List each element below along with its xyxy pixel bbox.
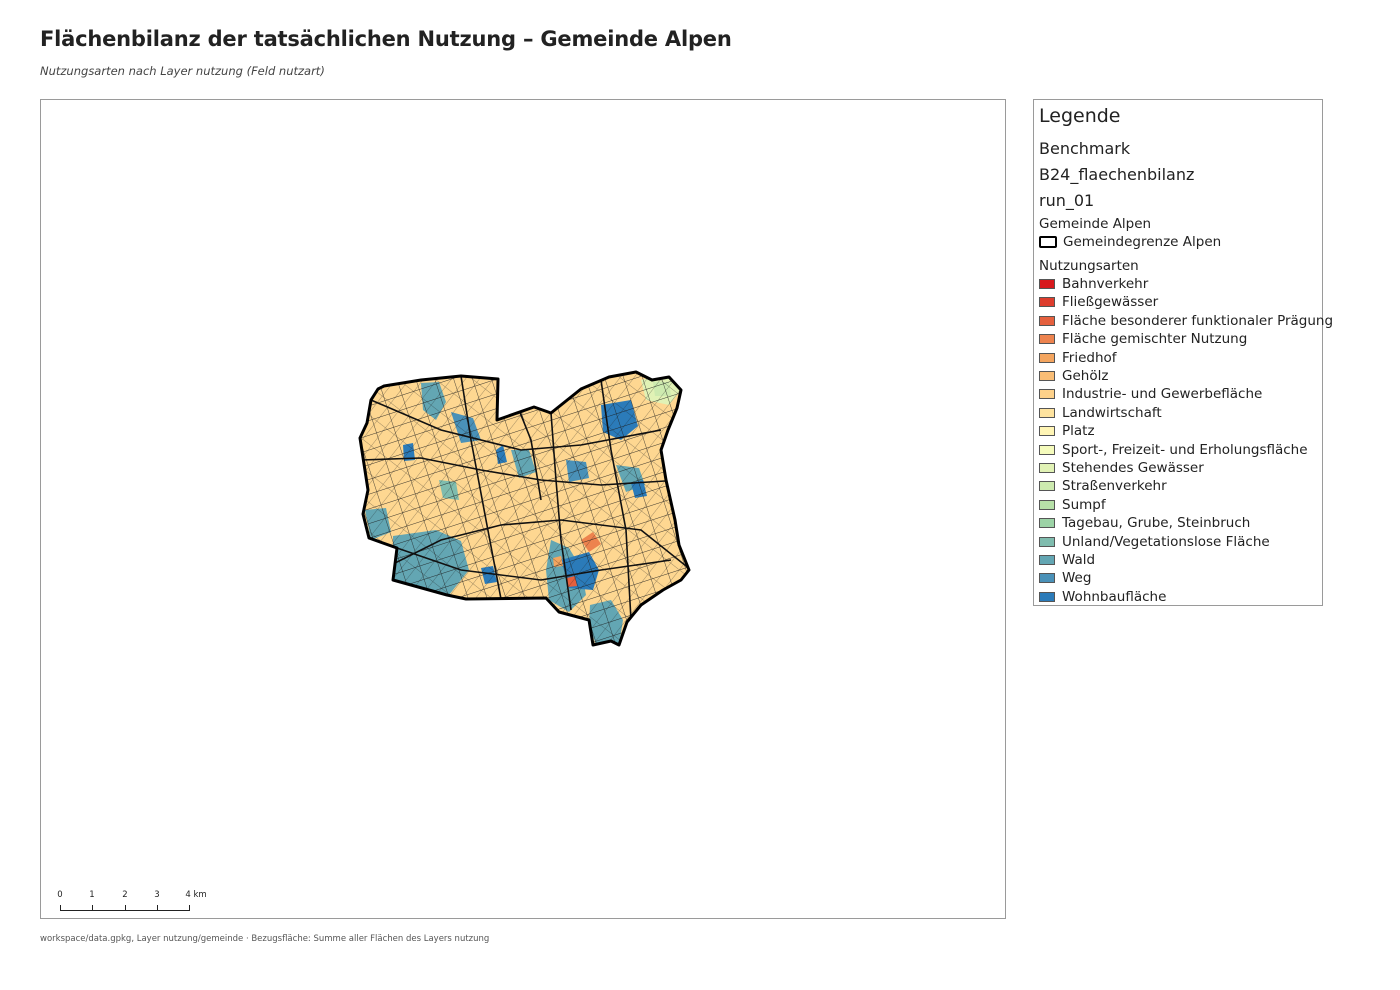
legend-item-landuse: Straßenverkehr [1039, 477, 1167, 495]
legend-item-label: Friedhof [1062, 349, 1117, 366]
scale-label-4: 4 km [185, 890, 207, 900]
legend-color-swatch [1039, 536, 1055, 547]
legend-color-swatch [1039, 426, 1055, 437]
landuse-parcels [360, 372, 689, 645]
legend-item-label: Sumpf [1062, 496, 1106, 513]
legend-item-label: Weg [1062, 570, 1092, 587]
legend-color-swatch [1039, 407, 1055, 418]
legend-item-landuse: Unland/Vegetationslose Fläche [1039, 533, 1270, 551]
scale-tick [92, 905, 93, 911]
legend-color-swatch [1039, 518, 1055, 529]
legend-item-label: Straßenverkehr [1062, 478, 1167, 495]
legend-color-swatch [1039, 315, 1055, 326]
legend-item-landuse: Fließgewässer [1039, 293, 1158, 311]
legend-item-label: Fläche gemischter Nutzung [1062, 331, 1248, 348]
legend-color-swatch [1039, 481, 1055, 492]
legend-item-label: Landwirtschaft [1062, 404, 1162, 421]
legend-color-swatch [1039, 352, 1055, 363]
map-frame[interactable]: 0 1 2 3 4 km [40, 99, 1006, 919]
legend-color-swatch [1039, 573, 1055, 584]
legend-item-label: Industrie- und Gewerbefläche [1062, 386, 1263, 403]
legend-item-label: Sport-, Freizeit- und Erholungsfläche [1062, 441, 1308, 458]
scale-tick [157, 905, 158, 911]
legend-group-landuse: Nutzungsarten [1039, 258, 1139, 274]
legend-item-landuse: Fläche besonderer funktionaler Prägung [1039, 312, 1333, 330]
map-title: Flächenbilanz der tatsächlichen Nutzung … [40, 27, 732, 51]
legend-item-landuse: Tagebau, Grube, Steinbruch [1039, 514, 1250, 532]
legend-color-swatch [1039, 499, 1055, 510]
legend-item-landuse: Industrie- und Gewerbefläche [1039, 385, 1262, 403]
legend-item-label: Fläche besonderer funktionaler Prägung [1062, 312, 1334, 329]
legend-color-swatch [1039, 444, 1055, 455]
legend-item-label: Platz [1062, 423, 1095, 440]
legend-item-landuse: Stehendes Gewässer [1039, 459, 1204, 477]
municipality-map[interactable] [41, 100, 1006, 919]
legend-item-landuse: Sport-, Freizeit- und Erholungsfläche [1039, 441, 1308, 459]
legend-item-landuse: Platz [1039, 422, 1095, 440]
legend-item-label: Stehendes Gewässer [1062, 460, 1204, 476]
scale-tick [189, 905, 190, 911]
legend-item-landuse: Sumpf [1039, 496, 1106, 514]
legend-line-benchmark: Benchmark [1039, 139, 1131, 158]
legend-item-landuse: Wald [1039, 551, 1095, 569]
legend-item-landuse: Wohnbaufläche [1039, 588, 1166, 606]
scale-label-0: 0 [57, 890, 63, 900]
legend-color-swatch [1039, 463, 1055, 473]
scale-label-1: 1 [89, 890, 95, 900]
legend-line-project: B24_flaechenbilanz [1039, 165, 1195, 184]
legend-item-landuse: Friedhof [1039, 349, 1117, 367]
map-source-note: workspace/data.gpkg, Layer nutzung/gemei… [40, 934, 490, 944]
legend-item-landuse: Fläche gemischter Nutzung [1039, 330, 1247, 348]
legend-item-landuse: Gehölz [1039, 367, 1108, 385]
legend-item-landuse: Weg [1039, 569, 1091, 587]
scale-label-2: 2 [122, 890, 128, 900]
legend-color-swatch [1039, 389, 1055, 400]
legend-line-run: run_01 [1039, 191, 1095, 210]
map-subtitle: Nutzungsarten nach Layer nutzung (Feld n… [40, 64, 325, 78]
legend-color-swatch [1039, 334, 1055, 345]
scale-tick [125, 905, 126, 911]
legend-color-swatch [1039, 279, 1055, 289]
scale-label-3: 3 [154, 890, 160, 900]
legend-item-label: Unland/Vegetationslose Fläche [1062, 533, 1270, 550]
legend-item-landuse: Landwirtschaft [1039, 404, 1162, 422]
legend-item-label: Fließgewässer [1062, 294, 1159, 311]
legend-item-label: Wald [1062, 552, 1096, 568]
legend-group-boundary: Gemeinde Alpen [1039, 216, 1152, 232]
scale-bar: 0 1 2 3 4 km [55, 890, 235, 918]
boundary-swatch [1039, 236, 1057, 248]
legend-item-label: Tagebau, Grube, Steinbruch [1062, 515, 1251, 532]
legend-item-landuse: Bahnverkehr [1039, 275, 1148, 293]
legend-item-label: Gemeindegrenze Alpen [1063, 234, 1222, 250]
legend-title: Legende [1039, 105, 1121, 127]
legend-item-boundary: Gemeindegrenze Alpen [1039, 233, 1221, 251]
legend-color-swatch [1039, 555, 1055, 565]
legend-color-swatch [1039, 297, 1055, 308]
legend-item-label: Gehölz [1062, 368, 1109, 384]
scale-tick [60, 905, 61, 911]
legend-item-label: Wohnbaufläche [1062, 588, 1167, 605]
legend-color-swatch [1039, 591, 1055, 602]
legend-panel: Legende Benchmark B24_flaechenbilanz run… [1033, 99, 1333, 606]
legend-color-swatch [1039, 371, 1055, 381]
legend-item-label: Bahnverkehr [1062, 276, 1149, 292]
